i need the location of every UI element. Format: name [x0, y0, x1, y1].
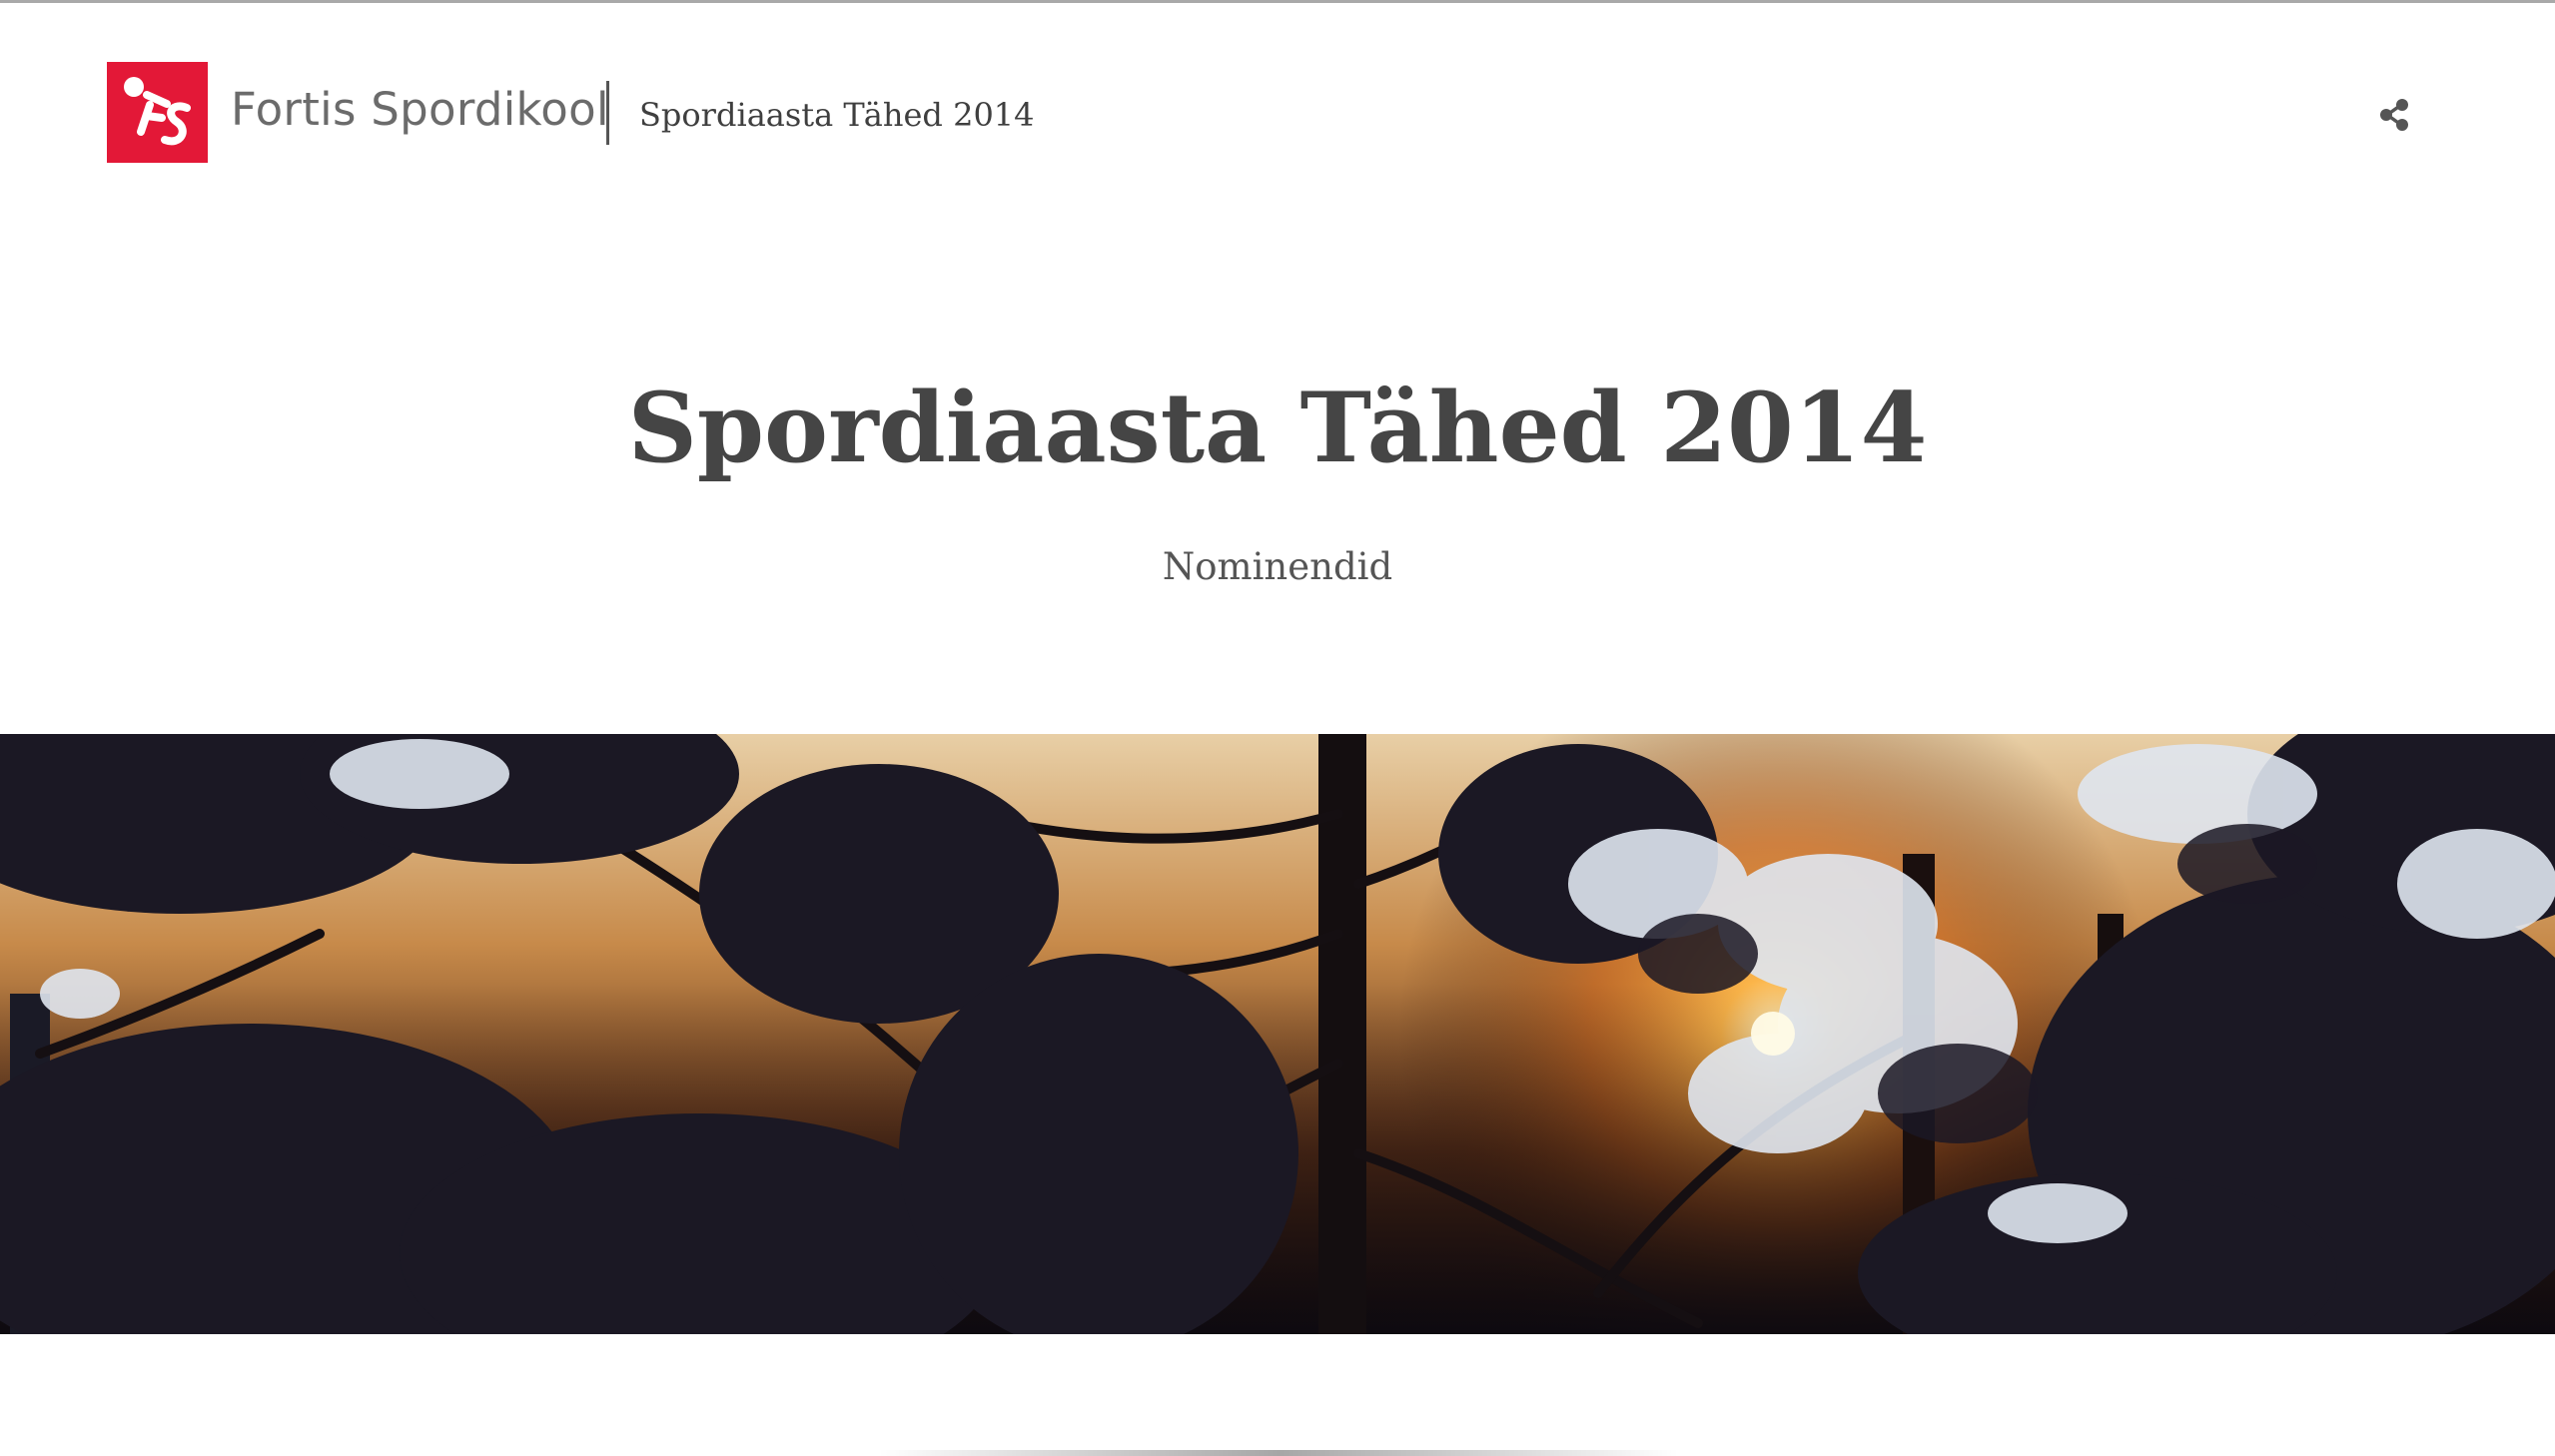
page-subtitle: Nominendid	[1162, 545, 1393, 588]
snowy-forest-sunset-image	[0, 734, 2555, 1334]
story-title: Spordiaasta Tähed 2014	[639, 96, 1035, 134]
brand-name[interactable]: Fortis Spordikool	[231, 83, 609, 136]
hero-photo	[0, 734, 2555, 1334]
share-icon	[2380, 99, 2408, 131]
section-divider	[879, 1450, 1678, 1456]
brand-divider	[606, 81, 609, 145]
site-header: Fortis Spordikool Spordiaasta Tähed 2014	[0, 3, 2555, 217]
share-button[interactable]	[2375, 95, 2415, 135]
fs-logo-icon	[107, 62, 208, 163]
brand-logo[interactable]	[107, 62, 208, 163]
page-title: Spordiaasta Tähed 2014	[627, 371, 1928, 484]
